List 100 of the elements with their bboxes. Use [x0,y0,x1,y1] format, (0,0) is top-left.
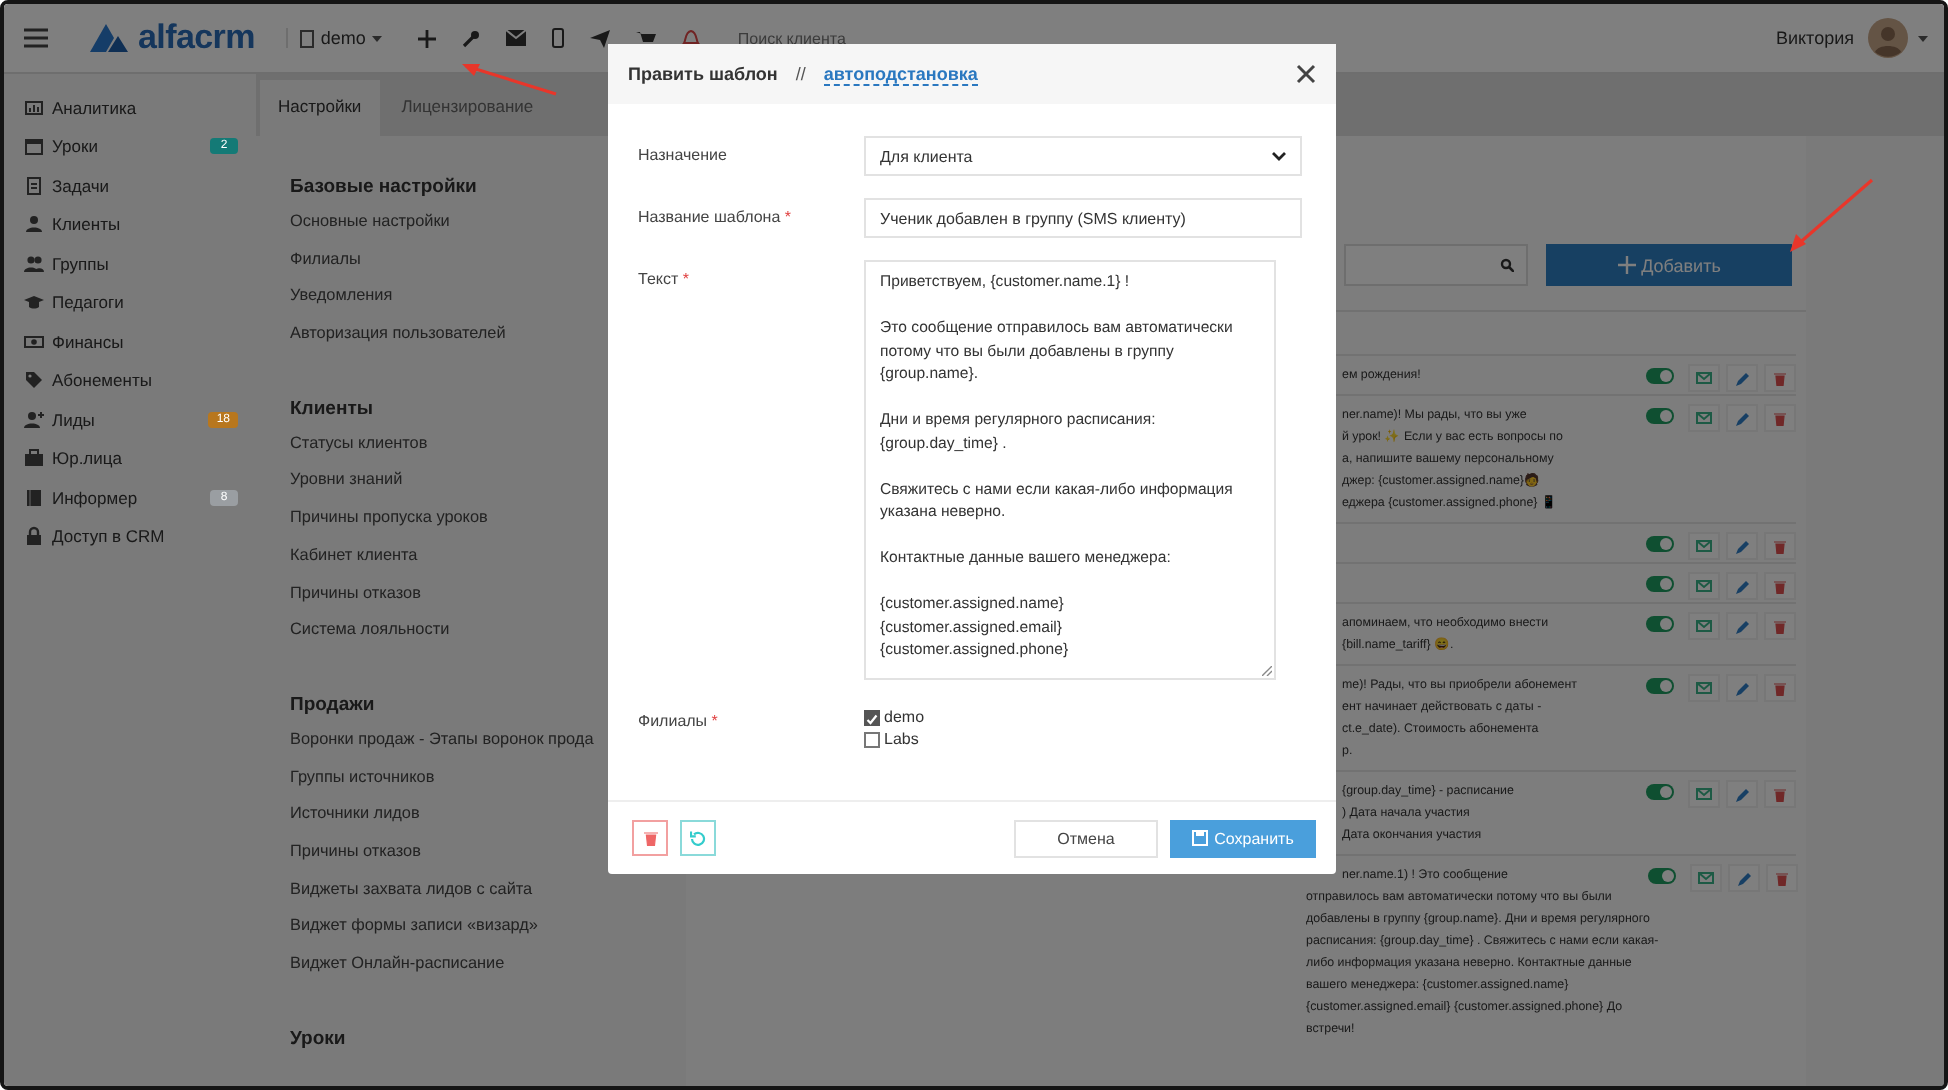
resize-handle-icon[interactable] [1262,666,1272,676]
sidebar-item[interactable]: Педагоги [4,283,256,322]
plus-icon[interactable] [417,29,436,47]
branch-checkbox[interactable]: Labs [864,730,925,748]
user-name[interactable]: Виктория [1775,28,1854,48]
lock-icon [24,526,44,547]
sidebar-item[interactable]: Аналитика [4,88,256,127]
send-button[interactable] [1688,572,1720,600]
branch-checkbox[interactable]: demo [864,708,925,726]
edit-button[interactable] [1726,404,1758,432]
toggle-switch[interactable] [1648,868,1676,884]
envelope-icon [1696,412,1712,424]
sidebar-item[interactable]: Юр.лица [4,439,256,478]
send-button[interactable] [1688,364,1720,392]
delete-button[interactable] [632,820,668,856]
save-button[interactable]: Сохранить [1170,819,1316,857]
field-label: Филиалы * [638,710,720,734]
sidebar-item[interactable]: Клиенты [4,205,256,244]
user-icon [24,214,44,235]
edit-button[interactable] [1728,864,1760,892]
toggle-switch[interactable] [1646,616,1674,632]
bell-icon[interactable] [681,28,700,48]
menu-icon[interactable] [24,28,48,48]
chevron-down-icon [1272,151,1286,161]
reset-button[interactable] [680,820,716,856]
toggle-switch[interactable] [1646,368,1674,384]
settings-link[interactable]: Виджеты захвата лидов с сайта [290,879,686,917]
client-search-field[interactable]: Поиск клиента [733,27,1142,49]
document-icon [24,175,44,196]
purpose-select[interactable]: Для клиента [864,136,1302,176]
toggle-switch[interactable] [1646,576,1674,592]
undo-icon [690,830,706,846]
settings-link[interactable]: Виджет Онлайн-расписание [290,954,686,992]
trash-icon [1774,411,1786,425]
edit-button[interactable] [1726,674,1758,702]
envelope-icon[interactable] [505,30,526,46]
close-icon[interactable] [1296,64,1316,84]
trash-icon [1776,871,1788,885]
send-button[interactable] [1688,780,1720,808]
toggle-switch[interactable] [1646,784,1674,800]
pencil-icon [1735,681,1749,695]
add-button[interactable]: Добавить [1546,244,1792,286]
sidebar-item[interactable]: Доступ в CRM [4,517,256,556]
pencil-icon [1735,579,1749,593]
caret-icon[interactable] [1918,35,1928,41]
autofill-link[interactable]: автоподстановка [823,63,978,85]
send-button[interactable] [1688,532,1720,560]
edit-button[interactable] [1726,572,1758,600]
toggle-switch[interactable] [1646,408,1674,424]
trash-icon [1774,681,1786,695]
tab[interactable]: Лицензирование [383,80,552,136]
send-button[interactable] [1688,612,1720,640]
settings-link[interactable]: Виджет формы записи «визард» [290,916,686,954]
send-button[interactable] [1688,404,1720,432]
envelope-icon [1696,372,1712,384]
send-button[interactable] [1690,864,1722,892]
search-icon[interactable] [1500,258,1514,272]
envelope-icon [1696,580,1712,592]
branch-dropdown[interactable]: demo [286,28,406,48]
trash-icon [643,830,657,846]
tab[interactable]: Настройки [260,80,380,136]
annotation-arrow [462,64,557,96]
send-button[interactable] [1688,674,1720,702]
briefcase-icon [24,448,44,469]
phone-icon[interactable] [551,28,564,48]
section-heading: Уроки [290,1027,348,1050]
section-heading: Продажи [290,693,377,716]
edit-button[interactable] [1726,532,1758,560]
users-icon [24,253,44,274]
pencil-icon [1737,871,1751,885]
caret-icon [371,35,382,41]
paper-plane-icon[interactable] [589,29,610,47]
trash-icon [1774,579,1786,593]
plus-icon [1617,256,1636,274]
sidebar-item[interactable]: Группы [4,244,256,283]
wrench-icon[interactable] [461,29,480,47]
toggle-switch[interactable] [1646,678,1674,694]
trash-icon [1774,619,1786,633]
trash-icon [1774,787,1786,801]
envelope-icon [1696,540,1712,552]
edit-button[interactable] [1726,612,1758,640]
envelope-icon [1696,788,1712,800]
template-search-field[interactable] [1344,244,1528,286]
pencil-icon [1735,787,1749,801]
sidebar-item[interactable]: Абонементы [4,361,256,400]
breadcrumb-separator: // [795,64,806,84]
template-name-field[interactable]: Ученик добавлен в группу (SMS клиенту) [864,198,1302,238]
pencil-icon [1735,539,1749,553]
edit-button[interactable] [1726,364,1758,392]
logo-text: alfacrm [138,18,255,58]
chart-icon [24,97,44,118]
edit-button[interactable] [1726,780,1758,808]
sidebar-item[interactable]: Финансы [4,322,256,361]
user-plus-icon [24,409,44,430]
cancel-button[interactable]: Отмена [1014,819,1158,857]
sidebar-item[interactable]: Задачи [4,166,256,205]
section-heading: Клиенты [290,397,375,420]
pencil-icon [1735,371,1749,385]
toggle-switch[interactable] [1646,536,1674,552]
avatar[interactable] [1868,18,1908,58]
